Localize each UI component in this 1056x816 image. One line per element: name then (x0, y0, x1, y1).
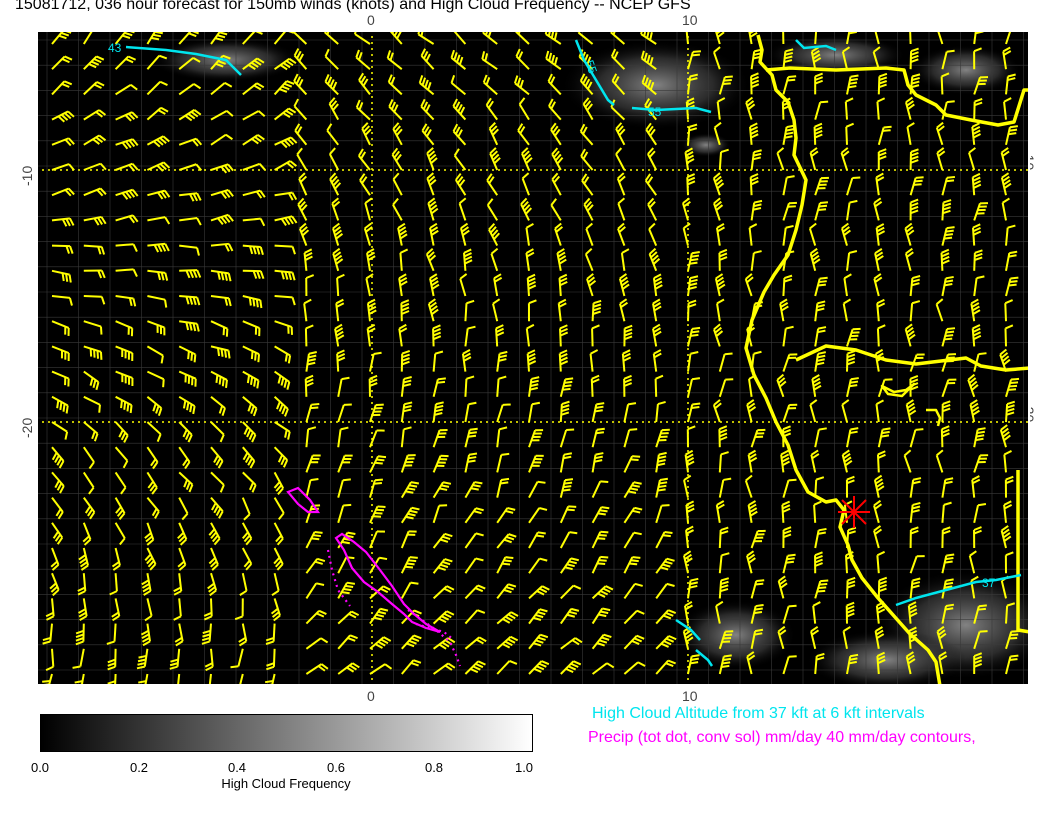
colorbar-tick-2: 0.4 (227, 760, 247, 775)
map-canvas: 43 55 55 37 (36, 30, 1030, 686)
colorbar-tick-5: 1.0 (514, 760, 534, 775)
left-tick-minus20: -20 (19, 417, 35, 438)
legend-cloud-altitude: High Cloud Altitude from 37 kft at 6 kft… (592, 705, 925, 722)
location-marker (838, 496, 870, 528)
bottom-tick-10: 10 (682, 688, 698, 704)
legend-precip: Precip (tot dot, conv sol) mm/day 40 mm/… (588, 729, 976, 746)
colorbar-tick-4: 0.8 (424, 760, 444, 775)
colorbar (40, 714, 533, 752)
map-panel: 43 55 55 37 (36, 30, 1030, 686)
map-title: 15081712, 036 hour forecast for 150mb wi… (15, 0, 691, 13)
contour-label-43: 43 (108, 41, 122, 55)
colorbar-tick-1: 0.2 (129, 760, 149, 775)
colorbar-tick-0: 0.0 (30, 760, 50, 775)
colorbar-label: High Cloud Frequency (221, 776, 351, 791)
left-tick-minus10: -10 (19, 165, 35, 186)
contour-label-37: 37 (982, 576, 996, 590)
top-tick-10: 10 (682, 12, 698, 28)
bottom-tick-0: 0 (367, 688, 375, 704)
colorbar-tick-3: 0.6 (326, 760, 346, 775)
contour-label-55-b: 55 (648, 105, 662, 119)
top-tick-0: 0 (367, 12, 375, 28)
